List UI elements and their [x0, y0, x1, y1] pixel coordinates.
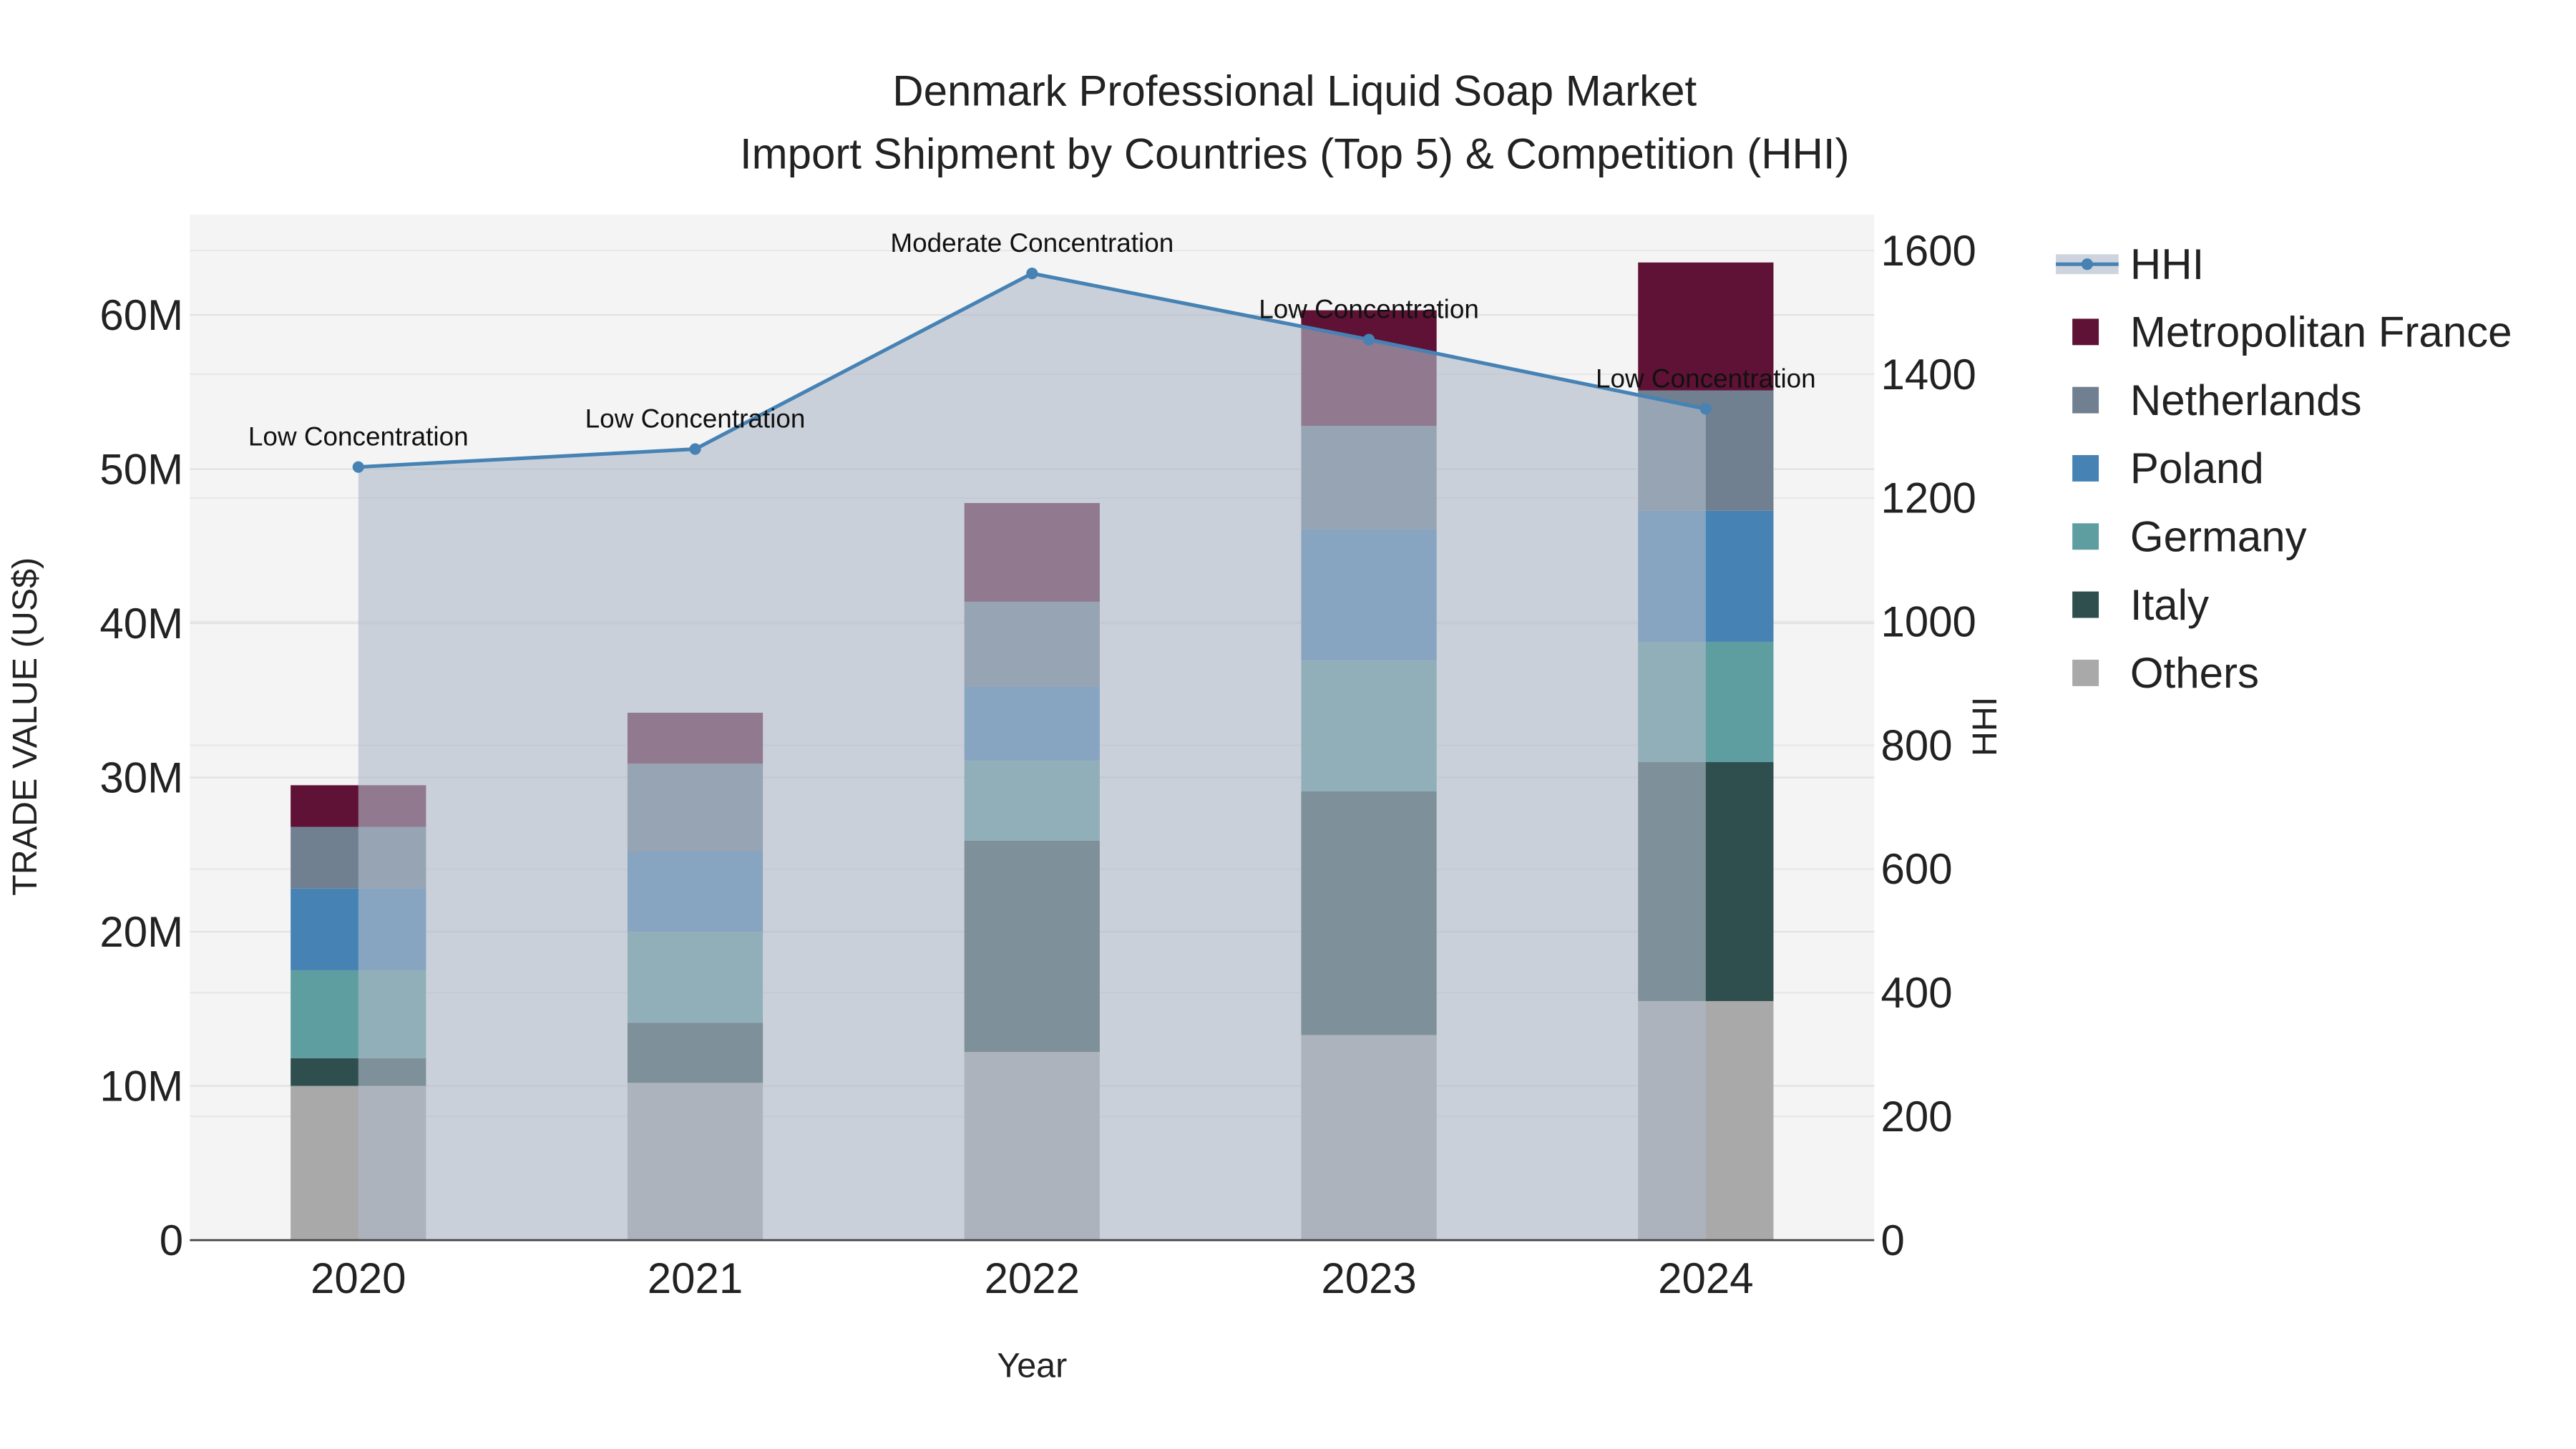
legend-label: Others [2130, 649, 2259, 697]
x-axis-label: Year [997, 1347, 1067, 1385]
legend-swatch [2072, 386, 2099, 414]
hhi-point [1363, 333, 1375, 346]
hhi-point [689, 443, 701, 455]
y2-tick-label: 0 [1880, 1216, 1904, 1264]
hhi-annotation: Moderate Concentration [890, 228, 1174, 258]
y2-tick-label: 800 [1880, 721, 1952, 769]
y2-tick-label: 1600 [1880, 227, 1976, 275]
y2-tick-label: 600 [1880, 845, 1952, 893]
y2-tick-label: 1000 [1880, 598, 1976, 646]
x-tick-label: 2020 [311, 1254, 406, 1302]
hhi-point [1026, 268, 1038, 280]
chart-title: Denmark Professional Liquid Soap Market [892, 67, 1697, 115]
y-tick-label: 20M [99, 908, 183, 956]
hhi-annotation: Low Concentration [1596, 364, 1816, 393]
y-tick-label: 10M [99, 1062, 183, 1110]
y-tick-label: 30M [99, 753, 183, 801]
legend-swatch [2072, 523, 2099, 550]
chart: Denmark Professional Liquid Soap Market … [6, 67, 2512, 1385]
y2-tick-label: 1200 [1880, 474, 1976, 522]
legend-swatch [2072, 659, 2099, 686]
y-tick-label: 40M [99, 600, 183, 648]
y2-tick-label: 200 [1880, 1093, 1952, 1141]
hhi-annotation: Low Concentration [1259, 295, 1479, 324]
y-axis-label: TRADE VALUE (US$) [6, 557, 44, 896]
hhi-annotation: Low Concentration [248, 422, 469, 452]
y2-axis-label: HHI [1966, 697, 2004, 756]
chart-subtitle: Import Shipment by Countries (Top 5) & C… [740, 130, 1850, 177]
legend: HHI Metropolitan France Netherlands Poland G… [2056, 240, 2512, 697]
hhi-point [352, 461, 364, 473]
legend-swatch-hhi-point [2081, 258, 2093, 270]
legend-swatch [2072, 591, 2099, 618]
legend-label: Germany [2130, 513, 2307, 561]
legend-swatch [2072, 455, 2099, 482]
x-tick-label: 2024 [1658, 1254, 1753, 1302]
legend-label: Metropolitan France [2130, 308, 2512, 356]
legend-label: HHI [2130, 240, 2204, 288]
legend-swatch [2072, 318, 2099, 346]
y-tick-label: 60M [99, 291, 183, 339]
x-tick-label: 2022 [985, 1254, 1080, 1302]
y2-tick-label: 1400 [1880, 351, 1976, 399]
y2-tick-label: 400 [1880, 969, 1952, 1017]
y-tick-label: 0 [160, 1216, 183, 1264]
x-tick-label: 2023 [1321, 1254, 1416, 1302]
hhi-annotation: Low Concentration [585, 404, 806, 434]
x-tick-label: 2021 [648, 1254, 743, 1302]
legend-label: Italy [2130, 581, 2209, 629]
hhi-point [1699, 403, 1712, 415]
y-tick-label: 50M [99, 445, 183, 493]
legend-label: Netherlands [2130, 376, 2362, 424]
legend-label: Poland [2130, 444, 2264, 492]
